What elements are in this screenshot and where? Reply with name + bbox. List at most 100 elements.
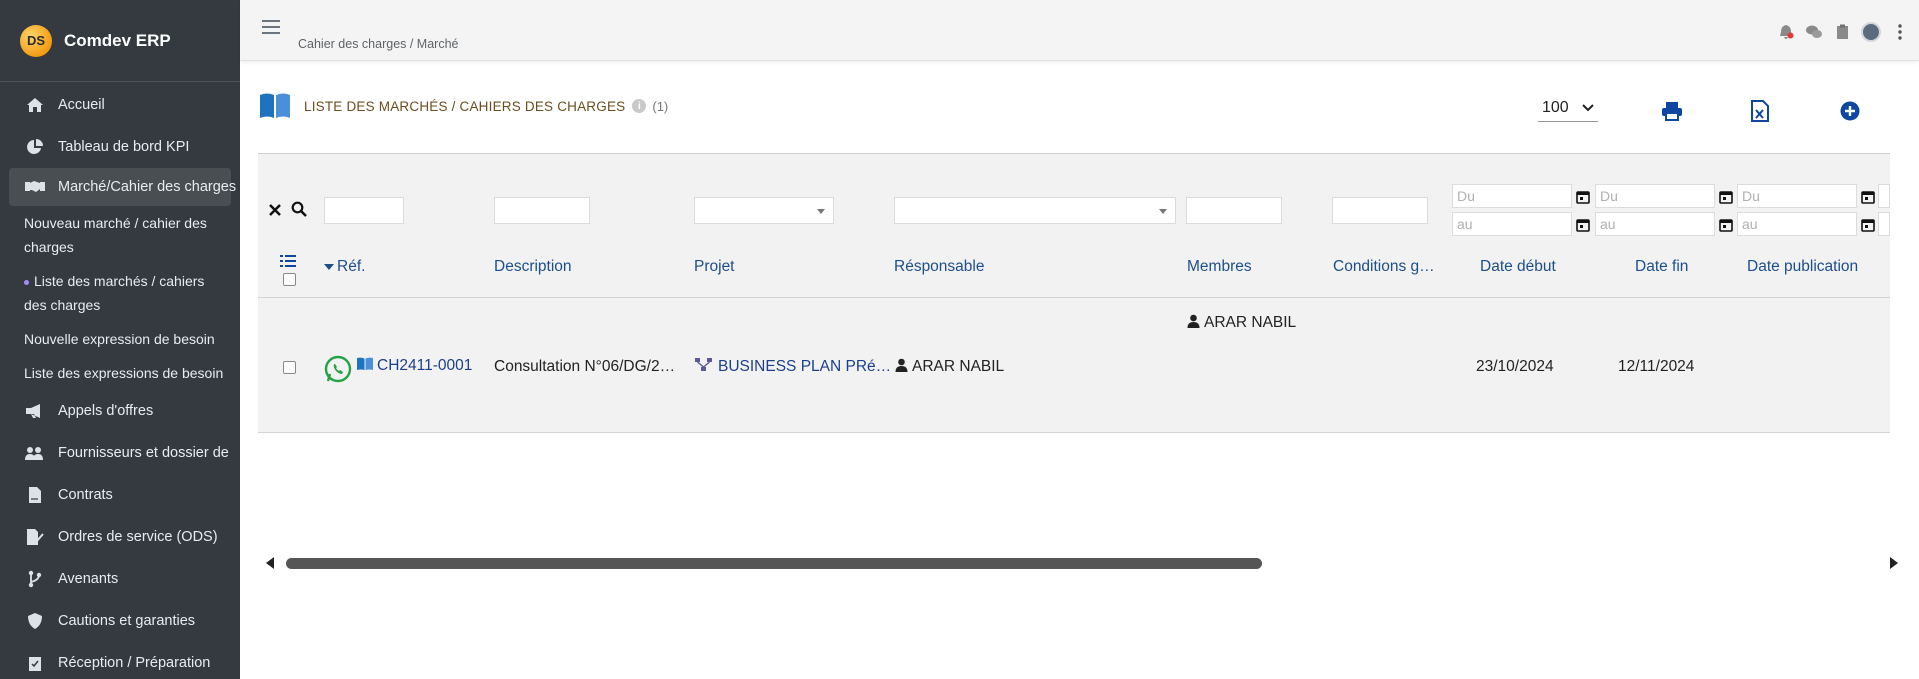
- sidebar-item-avenants[interactable]: Avenants: [0, 558, 240, 600]
- filter-date-extra-to[interactable]: [1878, 212, 1890, 236]
- calendar-icon[interactable]: [1576, 190, 1590, 204]
- filter-membres-input[interactable]: [1186, 197, 1282, 224]
- filter-responsable-select[interactable]: [894, 197, 1176, 224]
- sidebar-subitem-nouvelle-expression[interactable]: Nouvelle expression de besoin: [0, 322, 240, 356]
- filter-date-fin-from[interactable]: Du: [1595, 184, 1715, 208]
- row-responsable: ARAR NABIL: [895, 358, 1004, 376]
- column-header-conditions[interactable]: Conditions g…: [1333, 258, 1435, 276]
- column-header-ref[interactable]: Réf.: [324, 258, 365, 276]
- calendar-icon[interactable]: [1719, 218, 1733, 232]
- user-icon: [1187, 314, 1200, 328]
- row-description: Consultation N°06/DG/2…: [494, 358, 676, 375]
- export-excel-button[interactable]: [1747, 98, 1773, 124]
- user-icon: [895, 358, 908, 372]
- user-avatar[interactable]: [1861, 22, 1881, 42]
- filter-date-extra-from[interactable]: [1878, 184, 1890, 208]
- filter-date-debut-from[interactable]: Du: [1452, 184, 1572, 208]
- filter-date-publication-to[interactable]: au: [1737, 212, 1857, 236]
- page-title: LISTE DES MARCHÉS / CAHIERS DES CHARGES: [304, 98, 626, 114]
- chat-icon[interactable]: [1805, 23, 1823, 41]
- horizontal-scrollbar[interactable]: [266, 556, 1906, 570]
- column-header-date-fin[interactable]: Date fin: [1635, 258, 1688, 276]
- topbar: Cahier des charges / Marché: [240, 0, 1919, 61]
- print-icon: [1662, 102, 1682, 121]
- sidebar: DS Comdev ERP Accueil Tableau de bord KP…: [0, 0, 240, 679]
- row-projet-text: BUSINESS PLAN PRé…: [718, 358, 892, 375]
- filter-conditions-input[interactable]: [1332, 197, 1428, 224]
- column-header-date-publication[interactable]: Date publication: [1747, 258, 1858, 276]
- sidebar-item-marche[interactable]: Marché/Cahier des charges: [9, 168, 236, 206]
- calendar-icon[interactable]: [1576, 218, 1590, 232]
- page-size-select[interactable]: 100: [1538, 94, 1598, 122]
- active-dot-icon: [24, 279, 29, 285]
- print-button[interactable]: [1659, 98, 1685, 124]
- column-header-responsable[interactable]: Résponsable: [894, 258, 984, 276]
- calendar-icon[interactable]: [1861, 190, 1875, 204]
- row-ref-link[interactable]: CH2411-0001: [356, 357, 472, 375]
- column-header-description[interactable]: Description: [494, 258, 572, 276]
- notification-bell-icon[interactable]: [1777, 23, 1795, 41]
- column-header-projet[interactable]: Projet: [694, 258, 735, 276]
- menu-toggle-icon[interactable]: [262, 20, 280, 38]
- filter-date-publication-from[interactable]: Du: [1737, 184, 1857, 208]
- project-tree-icon: [695, 358, 712, 371]
- calendar-icon[interactable]: [1861, 218, 1875, 232]
- scrollbar-thumb[interactable]: [286, 558, 1262, 569]
- column-header-membres[interactable]: Membres: [1187, 258, 1252, 276]
- add-button[interactable]: [1837, 98, 1863, 124]
- megaphone-icon: [24, 400, 46, 422]
- row-ref-text: CH2411-0001: [377, 357, 473, 374]
- sidebar-item-accueil[interactable]: Accueil: [0, 84, 240, 126]
- clear-filters-icon[interactable]: [269, 203, 281, 221]
- branch-icon: [24, 568, 46, 590]
- sidebar-item-cautions[interactable]: Cautions et garanties: [0, 600, 240, 642]
- sidebar-item-fournisseurs[interactable]: Fournisseurs et dossier de: [0, 432, 240, 474]
- sidebar-item-ods[interactable]: Ordres de service (ODS): [0, 516, 240, 558]
- sidebar-subitem-nouveau-marche[interactable]: Nouveau marché / cahier des charges: [0, 206, 240, 264]
- scroll-right-icon[interactable]: [1889, 557, 1898, 569]
- row-membre-name: ARAR NABIL: [1204, 314, 1297, 331]
- sidebar-item-label: Contrats: [58, 487, 113, 503]
- row-projet-link[interactable]: BUSINESS PLAN PRé…: [695, 358, 891, 376]
- sidebar-item-kpi[interactable]: Tableau de bord KPI: [0, 126, 240, 168]
- shield-icon: [24, 610, 46, 632]
- column-header-label: Réf.: [337, 258, 366, 275]
- sidebar-subitem-liste-marches[interactable]: Liste des marchés / cahiers des charges: [0, 264, 240, 322]
- sidebar-item-appels-offres[interactable]: Appels d'offres: [0, 390, 240, 432]
- filter-date-fin-to[interactable]: au: [1595, 212, 1715, 236]
- filter-projet-select[interactable]: [694, 197, 834, 224]
- select-all-checkbox[interactable]: [283, 273, 296, 286]
- filter-row: Du au Du au Du au: [258, 154, 1890, 239]
- book-open-icon: [357, 357, 373, 370]
- whatsapp-icon[interactable]: [324, 355, 352, 388]
- page-header: LISTE DES MARCHÉS / CAHIERS DES CHARGES …: [258, 92, 668, 120]
- calendar-icon[interactable]: [1719, 190, 1733, 204]
- sidebar-item-label: Fournisseurs et dossier de: [58, 445, 229, 461]
- sidebar-item-contrats[interactable]: Contrats: [0, 474, 240, 516]
- row-membres: ARAR NABIL: [1187, 314, 1296, 332]
- plus-circle-icon: [1840, 101, 1860, 121]
- data-table: Du au Du au Du au Réf. Description Proje…: [258, 153, 1890, 433]
- info-icon[interactable]: i: [632, 99, 647, 113]
- sidebar-item-reception[interactable]: Réception / Préparation: [0, 642, 240, 679]
- filter-description-input[interactable]: [494, 197, 590, 224]
- brand[interactable]: DS Comdev ERP: [0, 0, 240, 82]
- filter-date-debut-to[interactable]: au: [1452, 212, 1572, 236]
- file-signature-icon: [24, 526, 46, 548]
- row-checkbox[interactable]: [283, 361, 296, 374]
- sidebar-item-label: Avenants: [58, 571, 119, 587]
- column-header-date-debut[interactable]: Date début: [1480, 258, 1556, 276]
- chevron-down-icon: [1582, 103, 1594, 111]
- file-excel-icon: [1751, 100, 1769, 122]
- breadcrumb[interactable]: Cahier des charges / Marché: [298, 37, 459, 51]
- list-columns-icon[interactable]: [280, 254, 296, 273]
- home-icon: [24, 94, 46, 116]
- more-vertical-icon[interactable]: [1891, 23, 1909, 41]
- scroll-left-icon[interactable]: [266, 557, 275, 569]
- sidebar-subitem-liste-expressions[interactable]: Liste des expressions de besoin: [0, 356, 240, 390]
- topbar-actions: [1777, 22, 1909, 42]
- filter-ref-input[interactable]: [324, 197, 404, 224]
- clipboard-icon[interactable]: [1833, 23, 1851, 41]
- search-icon[interactable]: [291, 201, 307, 222]
- brand-name: Comdev ERP: [64, 30, 171, 50]
